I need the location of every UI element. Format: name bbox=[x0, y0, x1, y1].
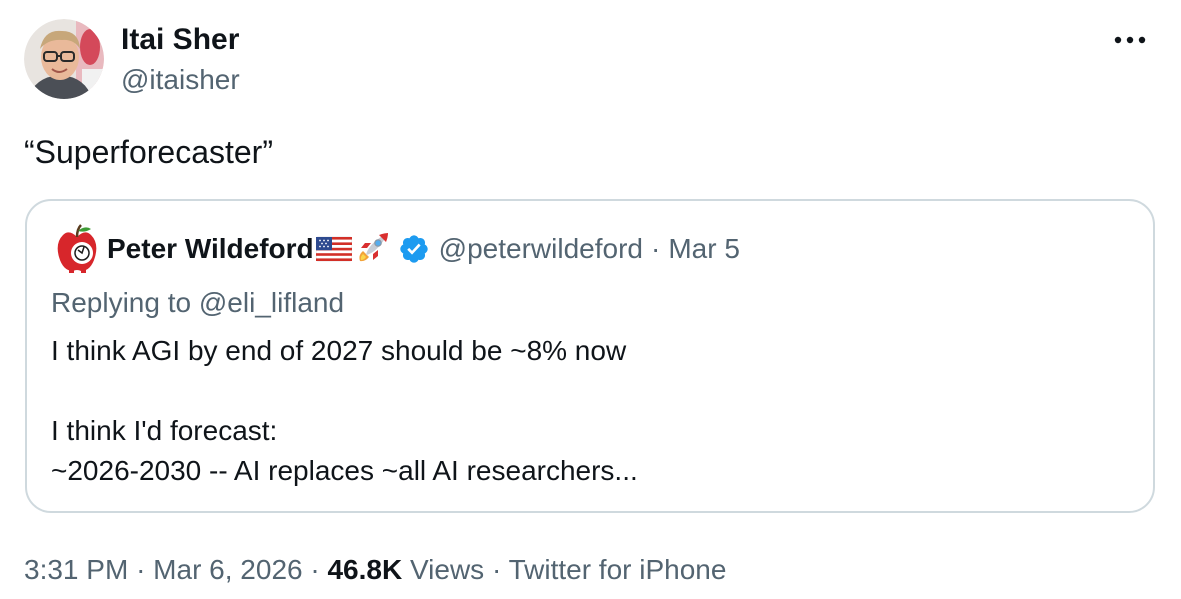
author-name[interactable]: Itai Sher bbox=[121, 22, 239, 58]
verified-badge-icon bbox=[398, 233, 430, 265]
quoted-tweet-card[interactable]: Peter Wildeford @peterwildeford · Mar 5 … bbox=[25, 199, 1155, 513]
author-avatar[interactable] bbox=[24, 19, 104, 99]
apple-avatar-icon bbox=[57, 224, 97, 273]
tweet-meta: 3:31 PM · Mar 6, 2026 · 46.8K Views · Tw… bbox=[24, 550, 726, 590]
quoted-tweet-line: I think I'd forecast: bbox=[51, 415, 278, 446]
separator-dot: · bbox=[650, 233, 661, 264]
more-horizontal-icon bbox=[1114, 36, 1146, 44]
quoted-author-avatar[interactable] bbox=[55, 223, 99, 275]
replying-to-text[interactable]: Replying to @eli_lifland bbox=[51, 283, 344, 323]
tweet-time[interactable]: 3:31 PM bbox=[24, 554, 128, 585]
tweet-date[interactable]: Mar 6, 2026 bbox=[153, 554, 302, 585]
quoted-author-name[interactable]: Peter Wildeford bbox=[107, 229, 314, 269]
views-label: Views bbox=[409, 554, 485, 585]
quoted-tweet-line: I think AGI by end of 2027 should be ~8%… bbox=[51, 335, 627, 366]
rocket-icon bbox=[354, 231, 390, 267]
tweet-source[interactable]: Twitter for iPhone bbox=[509, 554, 727, 585]
more-options-button[interactable] bbox=[1108, 22, 1152, 58]
views-count: 46.8K bbox=[327, 554, 403, 585]
author-handle[interactable]: @itaisher bbox=[121, 62, 240, 98]
separator-dot: · bbox=[136, 554, 146, 585]
tweet-text: “Superforecaster” bbox=[24, 134, 273, 170]
separator-dot: · bbox=[491, 554, 502, 585]
us-flag-icon bbox=[315, 236, 352, 262]
quoted-tweet-line: ~2026-2030 -- AI replaces ~all AI resear… bbox=[51, 455, 638, 486]
tweet: Itai Sher @itaisher “Superforecaster” Pe… bbox=[0, 0, 1181, 599]
quoted-author-handle[interactable]: @peterwildeford bbox=[439, 229, 643, 269]
quoted-tweet-date[interactable]: Mar 5 bbox=[668, 229, 740, 269]
quoted-tweet-header: Peter Wildeford @peterwildeford · Mar 5 bbox=[107, 229, 740, 269]
separator-dot: · bbox=[310, 554, 320, 585]
